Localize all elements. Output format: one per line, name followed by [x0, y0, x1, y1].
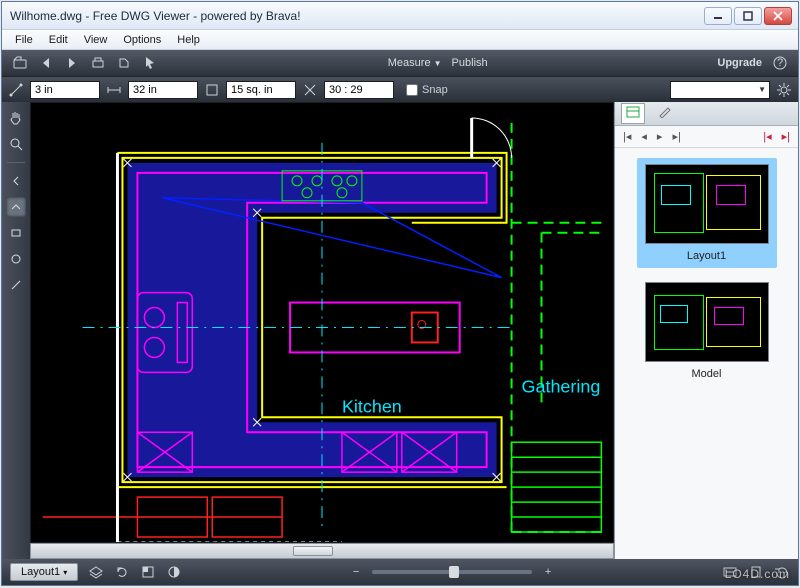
- left-toolbar: [2, 102, 30, 559]
- zoom-in-icon[interactable]: +: [540, 564, 556, 580]
- zoom-slider[interactable]: [372, 570, 532, 574]
- measure-line-icon[interactable]: [8, 82, 24, 98]
- panel-tab-layouts[interactable]: [621, 103, 645, 124]
- measure-count-icon[interactable]: [302, 82, 318, 98]
- measure-menu[interactable]: Measure ▼: [388, 57, 442, 69]
- thumb-bm-prev-icon[interactable]: |◂: [763, 130, 771, 143]
- thumbs-container: Layout1 Model: [615, 148, 798, 559]
- panel-tabs: [615, 102, 798, 126]
- zoom-slider-group: − +: [192, 564, 712, 580]
- window-title: Wilhome.dwg - Free DWG Viewer - powered …: [10, 9, 704, 23]
- shape-line-tool[interactable]: [6, 275, 26, 295]
- horizontal-scrollbar[interactable]: [30, 543, 614, 559]
- shape-circle-tool[interactable]: [6, 249, 26, 269]
- scrollbar-thumb[interactable]: [293, 546, 333, 556]
- status-rotate-icon[interactable]: [774, 564, 790, 580]
- measure-area-icon[interactable]: [204, 82, 220, 98]
- upgrade-link[interactable]: Upgrade: [717, 57, 762, 69]
- dropdown-caret-icon: ▾: [63, 568, 67, 577]
- measure-field-4[interactable]: [324, 81, 394, 99]
- shape-rect-tool[interactable]: [6, 223, 26, 243]
- zoom-out-icon[interactable]: −: [348, 564, 364, 580]
- maximize-button[interactable]: [734, 7, 762, 25]
- measure-horiz-icon[interactable]: [106, 82, 122, 98]
- menu-help[interactable]: Help: [170, 32, 207, 48]
- status-refresh-icon[interactable]: [114, 564, 130, 580]
- thumb-bm-next-icon[interactable]: ▸|: [782, 130, 790, 143]
- measure-field-1[interactable]: [30, 81, 100, 99]
- status-color-icon[interactable]: [140, 564, 156, 580]
- close-button[interactable]: [764, 7, 792, 25]
- thumb-prev-icon[interactable]: ◂: [641, 130, 647, 143]
- publish-menu[interactable]: Publish: [452, 57, 488, 69]
- gear-icon[interactable]: [776, 82, 792, 98]
- help-icon[interactable]: ?: [772, 55, 788, 71]
- pointer-icon[interactable]: [142, 55, 158, 71]
- window-controls: [704, 7, 792, 25]
- export-icon[interactable]: [116, 55, 132, 71]
- canvas-wrap: Kitchen Gathering: [30, 102, 614, 559]
- prev-icon[interactable]: [38, 55, 54, 71]
- thumb-last-icon[interactable]: ▸|: [672, 130, 680, 143]
- scale-combo[interactable]: ▼: [670, 81, 770, 99]
- thumb-nav: |◂ ◂ ▸ ▸| |◂ ▸|: [615, 126, 798, 148]
- thumb-layout1[interactable]: Layout1: [637, 158, 777, 268]
- zoom-knob[interactable]: [449, 566, 459, 578]
- statusbar: Layout1 ▾ − +: [2, 559, 798, 585]
- open-icon[interactable]: [12, 55, 28, 71]
- measure-field-3[interactable]: [226, 81, 296, 99]
- thumb-caption: Layout1: [643, 250, 771, 262]
- label-kitchen: Kitchen: [342, 396, 402, 416]
- separator: [7, 162, 25, 163]
- pencil-icon: [658, 106, 672, 118]
- toolbar-measure: Snap ▼: [2, 76, 798, 102]
- nav-up-tool[interactable]: [6, 197, 26, 217]
- label-gathering: Gathering: [522, 376, 601, 396]
- status-mono-icon[interactable]: [166, 564, 182, 580]
- drawing-canvas[interactable]: Kitchen Gathering: [30, 102, 614, 543]
- status-layers-icon[interactable]: [88, 564, 104, 580]
- nav-left-tool[interactable]: [6, 171, 26, 191]
- snap-label: Snap: [422, 84, 448, 96]
- menu-file[interactable]: File: [8, 32, 40, 48]
- zoom-tool[interactable]: [6, 134, 26, 154]
- print-icon[interactable]: [90, 55, 106, 71]
- dropdown-caret-icon: ▼: [434, 59, 442, 68]
- thumb-first-icon[interactable]: |◂: [623, 130, 631, 143]
- pan-tool[interactable]: [6, 108, 26, 128]
- dropdown-caret-icon: ▼: [758, 85, 766, 94]
- panel-tab-markups[interactable]: [653, 103, 677, 124]
- right-panel: |◂ ◂ ▸ ▸| |◂ ▸|: [614, 102, 798, 559]
- floorplan-svg: Kitchen Gathering: [31, 103, 613, 542]
- workspace: Kitchen Gathering: [2, 102, 798, 559]
- next-icon[interactable]: [64, 55, 80, 71]
- layouts-icon: [626, 106, 640, 118]
- thumb-model[interactable]: Model: [625, 282, 788, 380]
- app-window: Wilhome.dwg - Free DWG Viewer - powered …: [1, 1, 799, 586]
- menu-view[interactable]: View: [77, 32, 115, 48]
- status-fitwidth-icon[interactable]: [722, 564, 738, 580]
- snap-checkbox[interactable]: [406, 84, 418, 96]
- svg-text:?: ?: [777, 57, 783, 69]
- menu-options[interactable]: Options: [116, 32, 168, 48]
- toolbar-primary: Measure ▼ Publish Upgrade ?: [2, 50, 798, 76]
- menu-edit[interactable]: Edit: [42, 32, 75, 48]
- measure-field-2[interactable]: [128, 81, 198, 99]
- menubar: File Edit View Options Help: [2, 30, 798, 50]
- thumb-caption: Model: [625, 368, 788, 380]
- minimize-button[interactable]: [704, 7, 732, 25]
- status-fitpage-icon[interactable]: [748, 564, 764, 580]
- thumb-next-icon[interactable]: ▸: [657, 130, 663, 143]
- layout-tab-button[interactable]: Layout1 ▾: [10, 563, 78, 581]
- titlebar: Wilhome.dwg - Free DWG Viewer - powered …: [2, 2, 798, 30]
